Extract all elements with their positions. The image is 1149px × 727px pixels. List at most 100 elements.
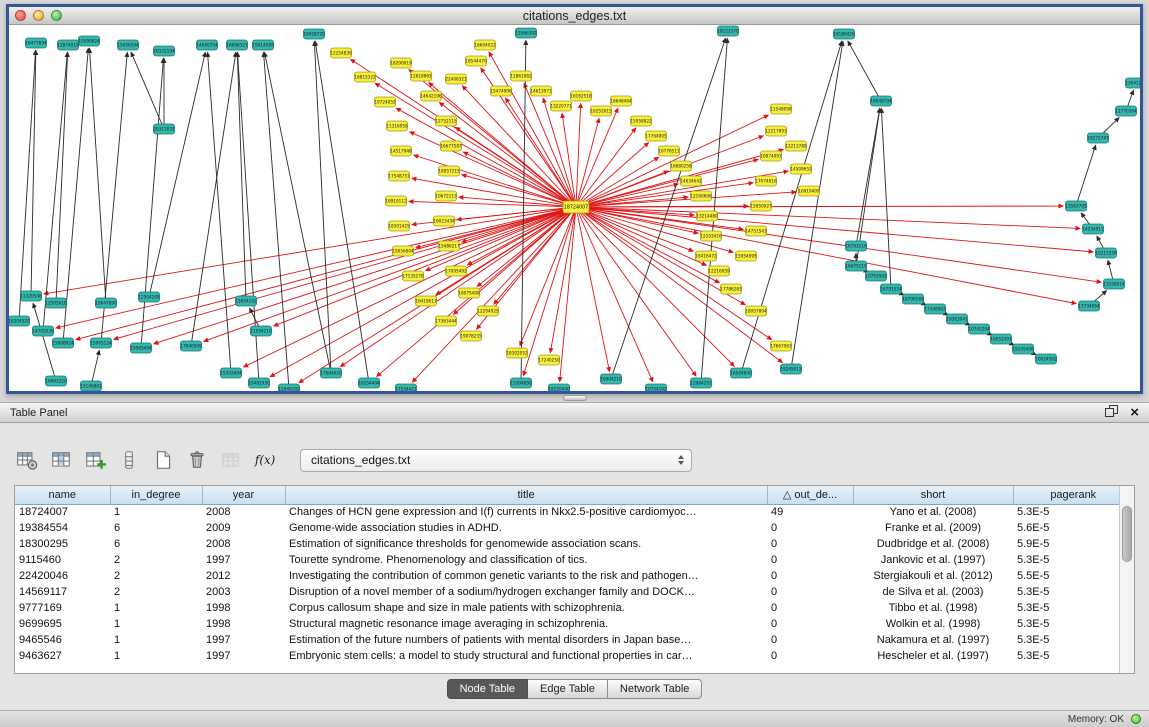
graph-node[interactable]: 10924502 (1035, 354, 1057, 364)
graph-node[interactable]: 17135278 (402, 271, 424, 281)
function-builder-icon[interactable]: f(x) (252, 447, 280, 473)
graph-node[interactable]: 16919112 (385, 196, 407, 206)
graph-node[interactable]: 12103416 (700, 231, 722, 241)
graph-node[interactable]: 12984203 (690, 378, 712, 388)
graph-node[interactable]: 17940509 (180, 341, 202, 351)
table-row[interactable]: 1830029562008Estimation of significance … (15, 536, 1134, 552)
graph-node[interactable]: 16418613 (415, 296, 437, 306)
graph-node[interactable]: 17534421 (395, 384, 417, 391)
graph-node[interactable]: 16776511 (658, 146, 680, 156)
column-header-title[interactable]: title (285, 486, 767, 504)
graph-node[interactable]: 10974093 (760, 151, 782, 161)
graph-node[interactable]: 13214480 (696, 211, 718, 221)
graph-node[interactable]: 16252615 (590, 106, 612, 116)
table-row[interactable]: 977716911998Corpus callosum shape and si… (15, 600, 1134, 616)
graph-node[interactable]: 22406321 (445, 74, 467, 84)
graph-node[interactable]: 11548098 (770, 104, 792, 114)
table-row[interactable]: 1872400712008Changes of HCN gene express… (15, 504, 1134, 520)
graph-node[interactable]: 12874019 (57, 40, 79, 50)
graph-node[interactable]: 15456394 (117, 40, 139, 50)
column-header-in_degree[interactable]: in_degree (110, 486, 202, 504)
graph-node[interactable]: 18957215 (438, 166, 460, 176)
graph-node[interactable]: 18301425 (388, 221, 410, 231)
graph-node[interactable]: 15908924 (52, 338, 74, 348)
graph-node[interactable]: 19014089 (252, 40, 274, 50)
graph-node[interactable]: 15486217 (438, 241, 460, 251)
table-row[interactable]: 2242004622012Investigating the contribut… (15, 568, 1134, 584)
graph-node[interactable]: 17363444 (435, 316, 457, 326)
graph-node[interactable]: 12217893 (765, 126, 787, 136)
graph-node[interactable]: 16504840 (730, 368, 752, 378)
graph-node[interactable]: 17095492 (445, 266, 467, 276)
graph-node[interactable]: 15304050 (510, 378, 532, 388)
graph-node[interactable]: 18698321 (226, 40, 248, 50)
graph-node[interactable]: 15302604 (220, 368, 242, 378)
graph-node[interactable]: 10647890 (95, 298, 117, 308)
graph-node[interactable]: 17734064 (1078, 301, 1100, 311)
graph-node[interactable]: 16604022 (474, 40, 496, 50)
splitter-grip-icon[interactable] (563, 395, 587, 401)
graph-node[interactable]: 13041243 (1125, 78, 1140, 88)
graph-node[interactable]: 12213789 (785, 141, 807, 151)
graph-node[interactable]: 14634642 (680, 176, 702, 186)
column-header-year[interactable]: year (202, 486, 285, 504)
graph-node[interactable]: 16815322 (354, 72, 376, 82)
graph-node[interactable]: 16919409 (798, 186, 820, 196)
column-header-pagerank[interactable]: pagerank (1013, 486, 1134, 504)
table-row[interactable]: 1456911722003Disruption of a novel membe… (15, 584, 1134, 600)
graph-node[interactable]: 16648464 (610, 96, 632, 106)
graph-node[interactable]: 15146801 (80, 381, 102, 391)
graph-node[interactable]: 16162518 (570, 91, 592, 101)
graph-node[interactable]: 12618865 (410, 71, 432, 81)
graph-node[interactable]: 19245408 (1012, 344, 1034, 354)
graph-node[interactable]: 13108514 (1103, 279, 1125, 289)
graph-node[interactable]: 14613971 (530, 86, 552, 96)
scrollbar-thumb[interactable] (1122, 506, 1132, 562)
graph-node[interactable]: 15905124 (90, 338, 112, 348)
graph-node[interactable]: 16677587 (440, 141, 462, 151)
window-titlebar[interactable]: citations_edges.txt (9, 7, 1140, 25)
graph-node[interactable]: 16880258 (670, 161, 692, 171)
graph-node[interactable]: 12160606 (690, 191, 712, 201)
graph-node[interactable]: 18790169 (902, 294, 924, 304)
table-scrollbar[interactable] (1119, 486, 1134, 673)
table-mode-icon[interactable] (14, 447, 42, 473)
column-header-name[interactable]: name (15, 486, 110, 504)
new-column-icon[interactable] (82, 447, 110, 473)
table-row[interactable]: 946362711997Embryonic stem cells: a mode… (15, 648, 1134, 664)
graph-node[interactable]: 19565404 (130, 343, 152, 353)
graph-node[interactable]: 13220771 (550, 101, 572, 111)
panel-splitter[interactable] (0, 394, 1149, 402)
graph-node[interactable]: 16958720 (303, 29, 325, 39)
graph-node[interactable]: 17604020 (320, 368, 342, 378)
table-row[interactable]: 946554611997Estimation of the future num… (15, 632, 1134, 648)
close-panel-icon[interactable]: × (1130, 405, 1139, 420)
network-graph-canvas[interactable]: 1872400712254839168153221972405211316059… (9, 25, 1140, 391)
graph-node[interactable]: 18724007 (563, 201, 589, 213)
graph-node[interactable]: 16023434 (433, 216, 455, 226)
graph-node[interactable]: 20311035 (153, 124, 175, 134)
graph-node[interactable]: 18180426 (833, 29, 855, 39)
graph-node[interactable]: 18948794 (870, 96, 892, 106)
graph-node[interactable]: 18122370 (717, 26, 739, 36)
graph-node[interactable]: 15474906 (490, 86, 512, 96)
minimize-button[interactable] (33, 10, 44, 21)
graph-node[interactable]: 10754102 (645, 384, 667, 391)
graph-node[interactable]: 17786283 (720, 284, 742, 294)
select-columns-icon[interactable] (48, 447, 76, 473)
graph-node[interactable]: 19078235 (460, 331, 482, 341)
graph-node[interactable]: 18544470 (465, 56, 487, 66)
graph-node[interactable]: 16477694 (25, 38, 47, 48)
graph-node[interactable]: 15958822 (630, 116, 652, 126)
graph-node[interactable]: 10590824 (78, 36, 100, 46)
graph-node[interactable]: 17764905 (645, 131, 667, 141)
graph-node[interactable]: 12254839 (330, 48, 352, 58)
graph-node[interactable]: 16416472 (695, 251, 717, 261)
graph-node[interactable]: 17667963 (770, 341, 792, 351)
tab-edge-table[interactable]: Edge Table (528, 679, 608, 699)
graph-node[interactable]: 15604102 (235, 296, 257, 306)
graph-node[interactable]: 18220440 (548, 384, 570, 391)
graph-node[interactable]: 20332104 (153, 46, 175, 56)
graph-node[interactable]: 10742294 (968, 324, 990, 334)
graph-node[interactable]: 14534911 (1082, 224, 1104, 234)
